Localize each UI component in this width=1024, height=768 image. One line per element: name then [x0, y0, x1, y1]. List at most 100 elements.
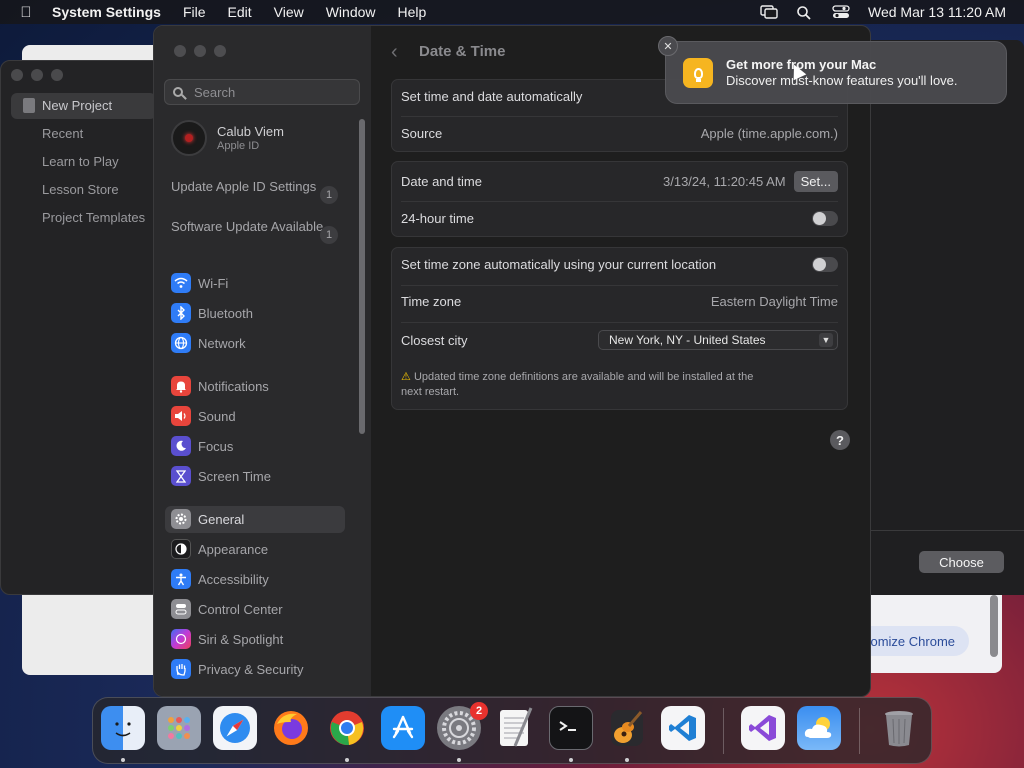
- siri-icon: [171, 629, 191, 649]
- minimize-window-button[interactable]: [194, 45, 206, 57]
- sidebar-item-focus[interactable]: Focus: [171, 436, 233, 456]
- sidebar-item-label: Sound: [198, 408, 236, 424]
- menu-help[interactable]: Help: [398, 4, 427, 20]
- sidebar-item-label: Siri & Spotlight: [198, 631, 284, 647]
- chrome-scrollbar[interactable]: [990, 595, 998, 657]
- visual-studio-icon[interactable]: [741, 706, 785, 750]
- back-chevron-icon[interactable]: ‹: [391, 41, 398, 64]
- sidebar-item-control-center[interactable]: Control Center: [171, 599, 283, 619]
- bg-item-lesson-store[interactable]: Lesson Store: [42, 182, 119, 197]
- sidebar-item-label: Privacy & Security: [198, 661, 304, 677]
- software-update-available[interactable]: Software Update Available: [171, 219, 331, 235]
- menu-view[interactable]: View: [274, 4, 304, 20]
- bg-item-learn-to-play[interactable]: Learn to Play: [42, 154, 119, 169]
- closest-city-row: Closest city New York, NY - United State…: [401, 330, 838, 350]
- search-input[interactable]: [192, 83, 346, 101]
- 24-hour-time-label: 24-hour time: [401, 211, 474, 226]
- auto-time-zone-row: Set time zone automatically using your c…: [401, 257, 838, 272]
- sidebar-item-notifications[interactable]: Notifications: [171, 376, 269, 396]
- auto-time-zone-toggle[interactable]: [812, 257, 838, 272]
- set-date-time-button[interactable]: Set...: [793, 171, 838, 192]
- window-controls: [11, 69, 63, 81]
- terminal-icon[interactable]: [549, 706, 593, 750]
- time-zone-group: Set time zone automatically using your c…: [391, 247, 848, 410]
- menu-clock[interactable]: Wed Mar 13 11:20 AM: [868, 4, 1006, 20]
- launchpad-icon[interactable]: [157, 706, 201, 750]
- weather-icon[interactable]: [797, 706, 841, 750]
- choose-button[interactable]: Choose: [919, 551, 1004, 573]
- note-line-1: Updated time zone definitions are availa…: [413, 371, 754, 383]
- globe-icon: [171, 333, 191, 353]
- system-settings-window: Calub Viem Apple ID Update Apple ID Sett…: [153, 25, 871, 697]
- closest-city-select[interactable]: New York, NY - United States ▼: [598, 330, 838, 350]
- sidebar-item-label: Network: [198, 335, 246, 351]
- divider: [401, 201, 838, 202]
- sidebar-item-label: Screen Time: [198, 468, 271, 484]
- sidebar-item-appearance[interactable]: Appearance: [171, 539, 268, 559]
- sidebar-item-label: Bluetooth: [198, 305, 253, 321]
- chevron-down-icon: ▼: [819, 333, 833, 347]
- update-apple-id-settings[interactable]: Update Apple ID Settings: [171, 179, 331, 195]
- menu-file[interactable]: File: [183, 4, 206, 20]
- sidebar-item-privacy-security[interactable]: Privacy & Security: [171, 659, 303, 679]
- sidebar-item-label: Wi-Fi: [198, 275, 229, 291]
- document-icon: [23, 98, 35, 113]
- date-and-time-row: Date and time 3/13/24, 11:20:45 AM Set..…: [401, 171, 838, 192]
- spotlight-search-icon[interactable]: [796, 5, 814, 20]
- divider: [401, 322, 838, 323]
- screen-mirroring-icon[interactable]: [760, 5, 778, 19]
- notification-close-button[interactable]: ✕: [658, 36, 678, 56]
- safari-icon[interactable]: [213, 706, 257, 750]
- sidebar-item-sound[interactable]: Sound: [171, 406, 236, 426]
- sidebar-item-label: Accessibility: [198, 571, 269, 587]
- textedit-icon[interactable]: [493, 706, 537, 750]
- divider: [401, 285, 838, 286]
- notification-banner[interactable]: Get more from your Mac Discover must-kno…: [665, 41, 1007, 104]
- finder-icon[interactable]: [101, 706, 145, 750]
- bg-item-new-project[interactable]: New Project: [42, 98, 112, 113]
- running-indicator: [569, 758, 573, 762]
- time-zone-label: Time zone: [401, 294, 462, 309]
- menu-window[interactable]: Window: [326, 4, 376, 20]
- sidebar: Calub Viem Apple ID Update Apple ID Sett…: [154, 26, 371, 696]
- sidebar-item-siri-spotlight[interactable]: Siri & Spotlight: [171, 629, 283, 649]
- firefox-icon[interactable]: [269, 706, 313, 750]
- notification-body: Discover must-know features you'll love.: [726, 73, 958, 88]
- sidebar-item-general[interactable]: General: [171, 509, 244, 529]
- search-field[interactable]: [164, 79, 360, 105]
- menu-app-name[interactable]: System Settings: [52, 4, 161, 20]
- sidebar-item-accessibility[interactable]: Accessibility: [171, 569, 269, 589]
- sidebar-scrollbar[interactable]: [359, 119, 365, 434]
- gear-icon: [171, 509, 191, 529]
- bell-icon: [171, 376, 191, 396]
- sidebar-item-label: Appearance: [198, 541, 269, 557]
- source-value: Apple (time.apple.com.): [700, 126, 838, 141]
- bg-item-recent[interactable]: Recent: [42, 126, 83, 141]
- sidebar-item-network[interactable]: Network: [171, 333, 246, 353]
- menu-edit[interactable]: Edit: [228, 4, 252, 20]
- running-indicator: [625, 758, 629, 762]
- zoom-window-button[interactable]: [214, 45, 226, 57]
- apple-menu-icon[interactable]: : [0, 4, 52, 21]
- date-and-time-value: 3/13/24, 11:20:45 AM: [663, 174, 786, 189]
- apple-id-account[interactable]: Calub Viem Apple ID: [171, 120, 284, 156]
- garageband-icon[interactable]: [605, 706, 649, 750]
- sidebar-item-screen-time[interactable]: Screen Time: [171, 466, 271, 486]
- running-indicator: [345, 758, 349, 762]
- hourglass-icon: [171, 466, 191, 486]
- sidebar-item-wifi[interactable]: Wi-Fi: [171, 273, 228, 293]
- help-button[interactable]: ?: [830, 430, 850, 450]
- sidebar-item-label: Focus: [198, 438, 234, 454]
- control-center-icon[interactable]: [832, 5, 850, 19]
- bg-item-project-templates[interactable]: Project Templates: [42, 210, 145, 225]
- vscode-icon[interactable]: [661, 706, 705, 750]
- app-store-icon[interactable]: [381, 706, 425, 750]
- 24-hour-time-toggle[interactable]: [812, 211, 838, 226]
- close-window-button[interactable]: [174, 45, 186, 57]
- lightbulb-icon: [693, 67, 703, 82]
- trash-icon[interactable]: [877, 706, 921, 750]
- note-line-2: next restart.: [401, 386, 460, 398]
- sidebar-item-bluetooth[interactable]: Bluetooth: [171, 303, 253, 323]
- sidebar-item-label: Control Center: [198, 601, 283, 617]
- chrome-icon[interactable]: [325, 706, 369, 750]
